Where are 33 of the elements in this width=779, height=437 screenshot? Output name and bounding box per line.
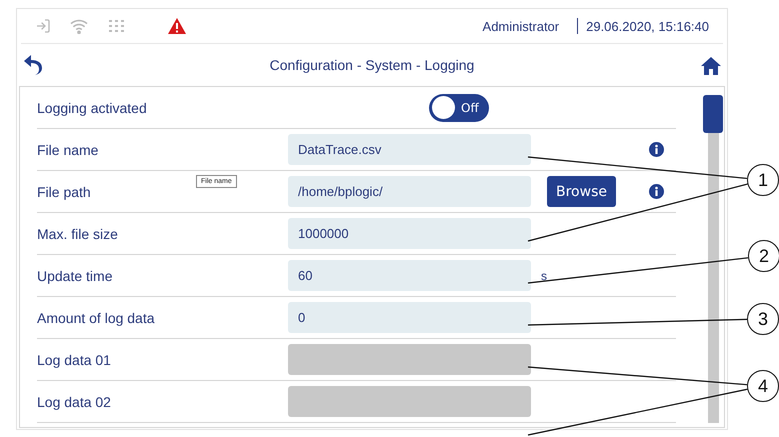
back-arrow-icon[interactable]: [23, 54, 43, 76]
setting-label: File name: [37, 142, 100, 158]
input-field[interactable]: [288, 344, 531, 375]
home-icon[interactable]: [701, 56, 721, 74]
info-icon[interactable]: [649, 142, 664, 157]
callout-number: 3: [747, 303, 779, 335]
date-time: 29.06.2020, 15:16:40: [586, 18, 709, 34]
setting-label: Max. file size: [37, 226, 119, 242]
setting-label: Log data 02: [37, 394, 112, 410]
setting-label: Update time: [37, 268, 114, 284]
setting-label: Amount of log data: [37, 310, 156, 326]
input-field[interactable]: 60: [288, 260, 531, 291]
input-field[interactable]: 1000000: [288, 218, 531, 249]
setting-label: File path: [37, 184, 92, 200]
setting-label: Logging activated: [37, 100, 148, 116]
unit-label: s: [541, 268, 547, 282]
login-icon: [35, 18, 51, 34]
network-grid-icon: [107, 18, 127, 34]
page-title: Configuration - System - Logging: [268, 57, 476, 73]
callout-number: 2: [748, 240, 779, 272]
warning-icon[interactable]: [167, 17, 187, 35]
callout-number: 1: [747, 164, 779, 196]
input-field[interactable]: 0: [288, 302, 531, 333]
toggle-switch[interactable]: Off: [429, 94, 489, 122]
callout-number: 4: [747, 370, 779, 402]
input-field[interactable]: DataTrace.csv: [288, 134, 531, 165]
setting-label: Log data 01: [37, 352, 112, 368]
user-name: Administrator: [482, 18, 560, 34]
browse-button[interactable]: Browse: [547, 176, 616, 207]
info-icon[interactable]: [649, 184, 664, 199]
input-field[interactable]: /home/bplogic/: [288, 176, 531, 207]
wifi-icon: [69, 18, 89, 34]
input-field[interactable]: [288, 386, 531, 417]
